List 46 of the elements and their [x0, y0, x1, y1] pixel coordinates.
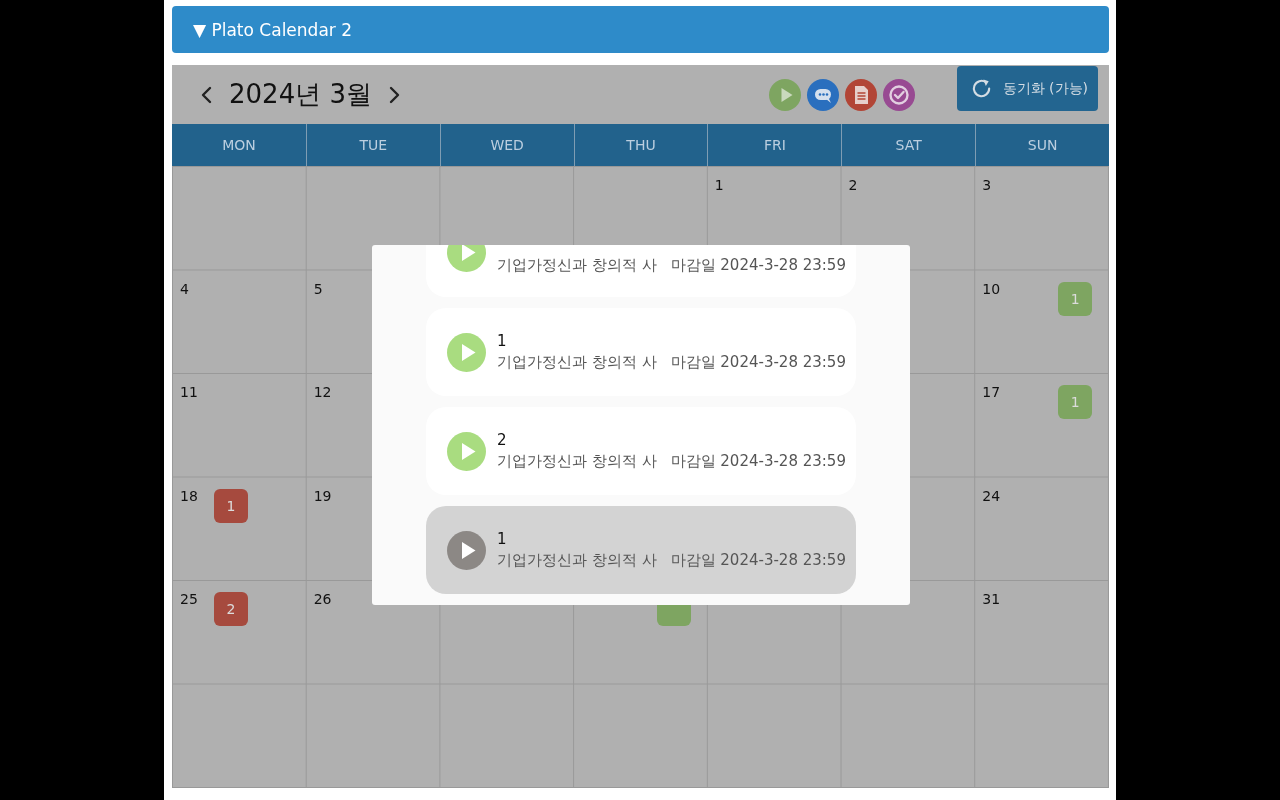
weekday-header: MON	[221, 136, 257, 155]
day-number: 24	[982, 486, 1001, 506]
play-icon	[447, 245, 486, 272]
chevron-left-icon	[200, 85, 212, 104]
event-card[interactable]: 1 기업가정신과 창의적 사 마감일 2024-3-28 23:59	[426, 308, 856, 396]
course-name: 기업가정신과 창의적 사	[497, 255, 657, 276]
day-number: 4	[180, 279, 189, 299]
play-icon	[447, 332, 486, 372]
day-number: 11	[180, 383, 198, 402]
check-icon[interactable]	[882, 78, 915, 111]
course-name: 기업가정신과 창의적 사	[497, 451, 657, 472]
day-number: 5	[313, 279, 323, 299]
course-name: 기업가정신과 창의적 사	[497, 550, 657, 571]
document-icon[interactable]	[844, 78, 877, 111]
event-title: 1	[497, 529, 507, 549]
month-label: 2024년 3월	[229, 78, 372, 111]
day-number: 31	[982, 590, 1001, 609]
deadline-text: 마감일 2024-3-28 23:59	[670, 255, 846, 276]
day-number: 2	[848, 176, 858, 195]
event-count-badge[interactable]: 1	[214, 488, 248, 523]
day-number: 1	[714, 176, 724, 195]
play-icon	[447, 431, 486, 471]
deadline-text: 마감일 2024-3-28 23:59	[670, 550, 846, 571]
event-title: 2	[497, 430, 507, 450]
deadline-text: 마감일 2024-3-28 23:59	[670, 451, 846, 472]
play-icon	[447, 530, 486, 570]
day-number: 19	[313, 486, 332, 506]
day-number: 18	[180, 486, 198, 506]
day-number: 17	[982, 383, 1001, 402]
event-count-badge[interactable]: 2	[214, 592, 248, 626]
next-month-button[interactable]	[389, 85, 401, 104]
day-number: 10	[982, 279, 1001, 299]
day-number: 3	[982, 176, 992, 195]
event-title: 1	[497, 331, 507, 351]
course-name: 기업가정신과 창의적 사	[497, 352, 657, 373]
event-card[interactable]: 2 기업가정신과 창의적 사 마감일 2024-3-28 23:59	[426, 407, 856, 495]
panel-header[interactable]: ▼ Plato Calendar 2	[172, 6, 1109, 53]
chat-icon[interactable]	[806, 78, 839, 111]
deadline-text: 마감일 2024-3-28 23:59	[670, 352, 846, 373]
sync-button[interactable]: 동기화 (가능)	[956, 66, 1098, 111]
day-number: 12	[313, 383, 332, 402]
day-number: 26	[313, 590, 332, 609]
chevron-right-icon	[389, 85, 401, 104]
event-card[interactable]: 기업가정신과 창의적 사 마감일 2024-3-28 23:59	[426, 245, 856, 297]
day-number: 25	[180, 590, 198, 609]
previous-month-button[interactable]	[200, 85, 212, 104]
